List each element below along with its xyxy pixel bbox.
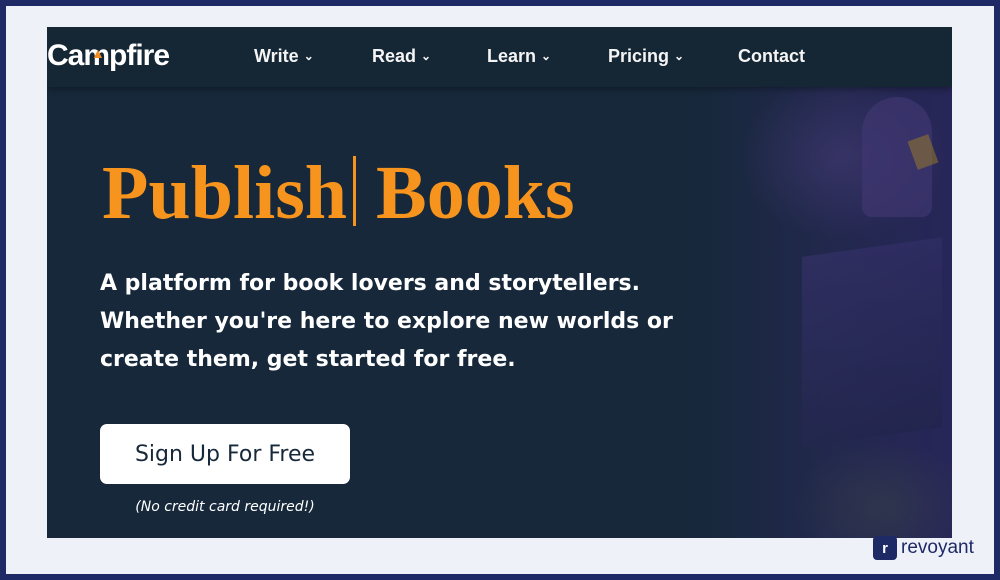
nav-label: Learn [487,46,537,66]
revoyant-wordmark: revoyant [901,537,974,558]
typing-cursor [353,156,357,226]
bookshelf-shape [802,237,942,447]
logo-text: Campfire [47,39,170,72]
nav-label: Pricing [608,46,670,66]
nav-item-read[interactable]: Read ⌄ [372,46,431,67]
nav-item-contact[interactable]: Contact [738,46,805,67]
revoyant-watermark: r revoyant [873,535,974,561]
hero-title: Publish Books [102,155,575,231]
chevron-down-icon: ⌄ [421,49,432,63]
top-navbar: Campfire ▲ Write ⌄ Read ⌄ Learn ⌄ Pricing ⌄ … [47,27,952,87]
flame-icon: ▲ [91,45,105,61]
nav-label: Write [254,46,299,66]
hero-title-word-1: Publish [102,151,348,235]
nav-label: Read [372,46,417,66]
nav-item-pricing[interactable]: Pricing ⌄ [608,46,684,67]
no-credit-card-note: (No credit card required!) [135,499,315,515]
revoyant-logo-icon: r [873,536,897,560]
hero-description: A platform for book lovers and storytell… [100,271,673,372]
nav-item-learn[interactable]: Learn ⌄ [487,46,551,67]
website-viewport: Campfire ▲ Write ⌄ Read ⌄ Learn ⌄ Pricing ⌄ … [47,27,952,538]
nav-item-write[interactable]: Write ⌄ [254,46,314,67]
chevron-down-icon: ⌄ [674,49,685,63]
sign-up-button[interactable]: Sign Up For Free [100,424,350,484]
chevron-down-icon: ⌄ [541,49,552,63]
hero-title-word-2: Books [376,151,575,235]
chevron-down-icon: ⌄ [303,49,314,63]
campfire-logo[interactable]: Campfire ▲ [47,39,170,73]
nav-label: Contact [738,46,805,66]
